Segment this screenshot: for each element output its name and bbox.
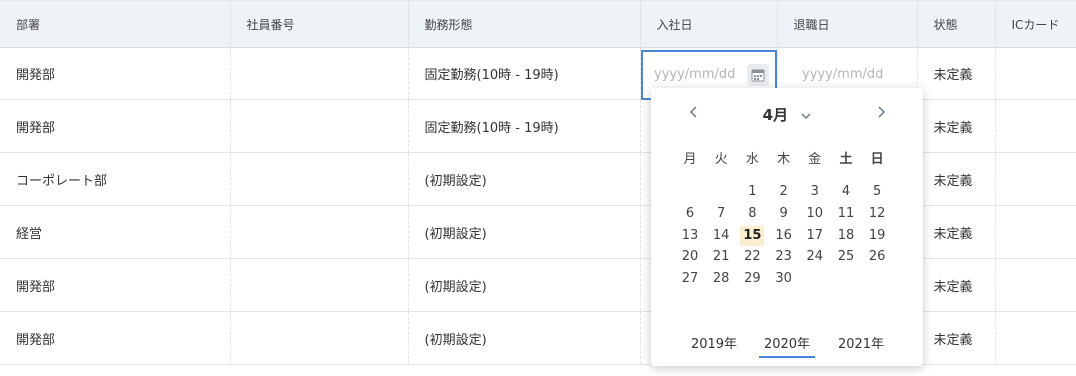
- weekday-label: 水: [745, 152, 759, 167]
- calendar-day[interactable]: 27: [678, 269, 702, 289]
- department-cell[interactable]: 開発部: [0, 47, 231, 100]
- calendar-day[interactable]: 15: [740, 225, 765, 246]
- weekday-label: 月: [683, 152, 697, 167]
- ic-card-cell[interactable]: [995, 152, 1076, 206]
- weekday-label: 金: [808, 152, 822, 167]
- employee-number-cell[interactable]: [230, 47, 409, 100]
- status-cell[interactable]: 未定義: [917, 47, 996, 100]
- ic-card-cell[interactable]: [995, 311, 1076, 365]
- work-style-cell[interactable]: (初期設定): [408, 152, 641, 206]
- calendar-day[interactable]: 20: [678, 247, 702, 267]
- header-employee-number[interactable]: 社員番号: [230, 0, 409, 48]
- year-option[interactable]: 2021年: [833, 333, 889, 352]
- calendar-day[interactable]: 3: [803, 182, 827, 202]
- department-cell[interactable]: コーポレート部: [0, 152, 231, 206]
- calendar-day[interactable]: 6: [678, 204, 702, 224]
- calendar-day[interactable]: 28: [709, 269, 733, 289]
- calendar-day[interactable]: 23: [772, 247, 796, 267]
- department-cell[interactable]: 開発部: [0, 311, 231, 365]
- calendar-day[interactable]: 26: [865, 247, 889, 267]
- calendar-day[interactable]: 11: [834, 204, 858, 224]
- work-style-cell[interactable]: (初期設定): [408, 205, 641, 259]
- employee-number-cell[interactable]: [230, 99, 409, 153]
- header-hire-date[interactable]: 入社日: [640, 0, 778, 48]
- calendar-day[interactable]: 18: [834, 226, 858, 246]
- status-cell[interactable]: 未定義: [917, 311, 996, 365]
- work-style-cell[interactable]: (初期設定): [408, 311, 641, 365]
- status-cell[interactable]: 未定義: [917, 205, 996, 259]
- status-cell[interactable]: 未定義: [917, 152, 996, 206]
- hire-date-placeholder: yyyy/mm/dd: [654, 67, 736, 82]
- employee-number-cell[interactable]: [230, 152, 409, 206]
- employee-number-cell[interactable]: [230, 258, 409, 312]
- calendar-day[interactable]: 19: [865, 226, 889, 246]
- calendar-day[interactable]: 24: [803, 247, 827, 267]
- chevron-down-icon: [801, 112, 811, 119]
- calendar-day[interactable]: 22: [740, 247, 764, 267]
- calendar-day[interactable]: 12: [865, 204, 889, 224]
- status-cell[interactable]: 未定義: [917, 99, 996, 153]
- weekday-label: 土: [839, 152, 853, 167]
- ic-card-cell[interactable]: [995, 258, 1076, 312]
- header-ic-card[interactable]: ICカード: [995, 0, 1076, 48]
- calendar-day[interactable]: 4: [834, 182, 858, 202]
- year-selector: 2019年 2020年 2021年: [651, 333, 923, 363]
- department-cell[interactable]: 経営: [0, 205, 231, 259]
- chevron-right-icon[interactable]: [873, 104, 889, 120]
- weekday-header: 月火水木金土日: [678, 148, 926, 167]
- employee-number-cell[interactable]: [230, 205, 409, 259]
- department-cell[interactable]: 開発部: [0, 99, 231, 153]
- calendar-day[interactable]: 8: [740, 204, 764, 224]
- year-option[interactable]: 2019年: [686, 333, 742, 352]
- work-style-cell[interactable]: (初期設定): [408, 258, 641, 312]
- calendar-day[interactable]: 25: [834, 247, 858, 267]
- calendar-day[interactable]: 7: [709, 204, 733, 224]
- work-style-cell[interactable]: 固定勤務(10時 - 19時): [408, 47, 641, 100]
- status-cell[interactable]: 未定義: [917, 258, 996, 312]
- header-retire-date[interactable]: 退職日: [777, 0, 918, 48]
- ic-card-cell[interactable]: [995, 205, 1076, 259]
- calendar-button[interactable]: [747, 64, 769, 86]
- department-cell[interactable]: 開発部: [0, 258, 231, 312]
- calendar-day[interactable]: 2: [772, 182, 796, 202]
- month-label: 4月: [762, 106, 789, 124]
- employee-number-cell[interactable]: [230, 311, 409, 365]
- datepicker-popup: 4月 月火水木金土日 1 2 3 4 5 6 7 8 9 10 11 12 13 14 15 16 17 18 19…: [651, 88, 923, 366]
- calendar-icon: [751, 69, 765, 82]
- calendar-day[interactable]: 1: [740, 182, 764, 202]
- header-department[interactable]: 部署: [0, 0, 231, 48]
- calendar-day[interactable]: 30: [772, 269, 796, 289]
- year-option[interactable]: 2020年: [759, 333, 815, 358]
- ic-card-cell[interactable]: [995, 99, 1076, 153]
- table-header-row: 部署 社員番号 勤務形態 入社日 退職日 状態 ICカード: [0, 0, 1076, 48]
- weekday-label: 木: [777, 152, 791, 167]
- calendar-day[interactable]: 17: [803, 226, 827, 246]
- ic-card-cell[interactable]: [995, 47, 1076, 100]
- weekday-label: 日: [870, 152, 884, 167]
- calendar-day[interactable]: 13: [678, 226, 702, 246]
- calendar-day[interactable]: 16: [772, 226, 796, 246]
- calendar-day[interactable]: 5: [865, 182, 889, 202]
- calendar-day[interactable]: 29: [740, 269, 764, 289]
- calendar-day[interactable]: 21: [709, 247, 733, 267]
- calendar-day[interactable]: 10: [803, 204, 827, 224]
- calendar-day[interactable]: 14: [709, 226, 733, 246]
- header-status[interactable]: 状態: [917, 0, 996, 48]
- weekday-label: 火: [714, 152, 728, 167]
- calendar-day[interactable]: 9: [772, 204, 796, 224]
- retire-date-placeholder[interactable]: yyyy/mm/dd: [802, 67, 883, 82]
- header-work-style[interactable]: 勤務形態: [408, 0, 641, 48]
- calendar-days: 1 2 3 4 5 6 7 8 9 10 11 12 13 14 15 16 17 18 19 20 21 22 23 24 2…: [678, 182, 926, 292]
- work-style-cell[interactable]: 固定勤務(10時 - 19時): [408, 99, 641, 153]
